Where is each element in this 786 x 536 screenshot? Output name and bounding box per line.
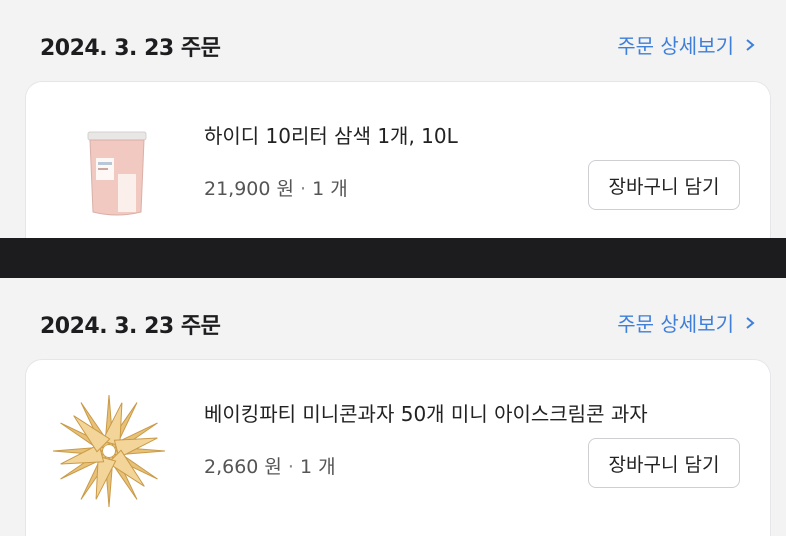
order-detail-label: 주문 상세보기 <box>617 34 734 58</box>
product-image-icon <box>44 386 174 516</box>
screenshot-divider <box>0 238 786 278</box>
order-item-card: 하이디 10리터 삼색 1개, 10L 21,900 원 · 1 개 장바구니 담기 <box>26 82 770 238</box>
ice-cream-tub-icon <box>87 131 147 216</box>
add-to-cart-button[interactable]: 장바구니 담기 <box>588 438 740 488</box>
order-date: 2024. 3. 23 주문 <box>40 36 221 61</box>
order-header: 2024. 3. 23 주문 주문 상세보기 <box>0 300 786 340</box>
chevron-right-icon <box>746 316 755 329</box>
separator-dot: · <box>287 456 294 478</box>
separator-dot: · <box>300 178 307 200</box>
product-quantity: 1 개 <box>299 456 336 478</box>
mini-cones-icon <box>52 394 166 508</box>
product-price-quantity: 2,660 원 · 1 개 <box>204 452 336 479</box>
order-date: 2024. 3. 23 주문 <box>40 314 221 339</box>
order-detail-link[interactable]: 주문 상세보기 <box>617 308 756 337</box>
product-price-quantity: 21,900 원 · 1 개 <box>204 174 348 201</box>
product-quantity: 1 개 <box>312 178 348 200</box>
order-group-2: 2024. 3. 23 주문 주문 상세보기 베이킹파티 미니콘과자 50개 미… <box>0 278 786 536</box>
order-detail-label: 주문 상세보기 <box>617 312 734 336</box>
product-image-icon <box>62 118 172 228</box>
add-to-cart-button[interactable]: 장바구니 담기 <box>588 160 740 210</box>
order-header: 2024. 3. 23 주문 주문 상세보기 <box>0 22 786 62</box>
order-detail-link[interactable]: 주문 상세보기 <box>617 30 756 59</box>
product-name[interactable]: 베이킹파티 미니콘과자 50개 미니 아이스크림콘 과자 <box>204 398 648 427</box>
chevron-right-icon <box>746 38 755 51</box>
product-price: 2,660 원 <box>204 456 282 478</box>
order-group-1: 2024. 3. 23 주문 주문 상세보기 하이디 10리터 삼색 1개, 1… <box>0 0 786 238</box>
order-item-card: 베이킹파티 미니콘과자 50개 미니 아이스크림콘 과자 2,660 원 · 1 개… <box>26 360 770 536</box>
product-price: 21,900 원 <box>204 178 295 200</box>
product-name[interactable]: 하이디 10리터 삼색 1개, 10L <box>204 120 458 149</box>
